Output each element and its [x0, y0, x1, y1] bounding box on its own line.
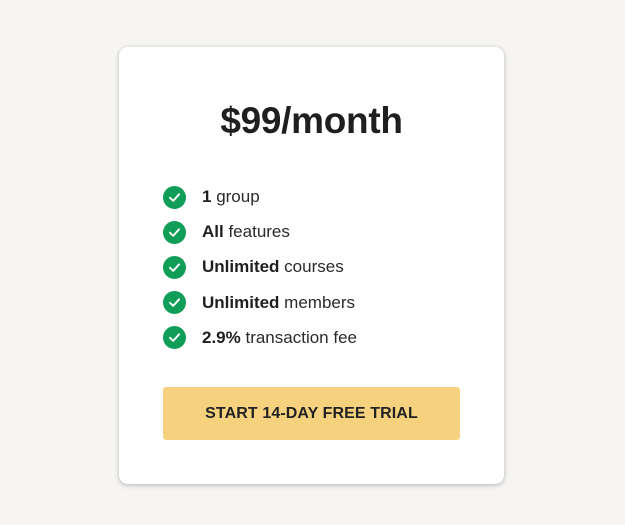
check-circle-icon: [163, 326, 186, 350]
pricing-card: $99/month 1 group All features Unlimited…: [119, 47, 504, 484]
feature-item: 1 group: [163, 185, 357, 209]
check-circle-icon: [163, 255, 186, 279]
feature-text: Unlimited members: [202, 293, 355, 313]
check-circle-icon: [163, 185, 186, 209]
feature-label: members: [279, 292, 356, 312]
feature-text: Unlimited courses: [202, 257, 344, 277]
feature-item: All features: [163, 220, 357, 244]
check-circle-icon: [163, 291, 186, 315]
check-circle-icon: [163, 220, 186, 244]
feature-label: transaction fee: [240, 327, 357, 347]
plan-price: $99/month: [220, 100, 403, 141]
feature-label: group: [211, 187, 260, 206]
start-trial-button[interactable]: START 14-DAY FREE TRIAL: [163, 387, 460, 440]
feature-item: Unlimited members: [163, 291, 357, 315]
feature-item: 2.9% transaction fee: [163, 326, 357, 350]
feature-text: All features: [202, 222, 290, 242]
feature-label: features: [223, 222, 290, 242]
feature-text: 2.9% transaction fee: [202, 328, 357, 348]
feature-highlight: 2.9%: [202, 327, 241, 347]
feature-label: courses: [279, 257, 344, 277]
feature-item: Unlimited courses: [163, 255, 357, 279]
feature-list: 1 group All features Unlimited courses U…: [163, 185, 357, 361]
feature-highlight: Unlimited: [202, 257, 280, 277]
feature-highlight: All: [202, 222, 224, 242]
feature-highlight: Unlimited: [202, 292, 280, 312]
feature-text: 1 group: [202, 187, 260, 207]
